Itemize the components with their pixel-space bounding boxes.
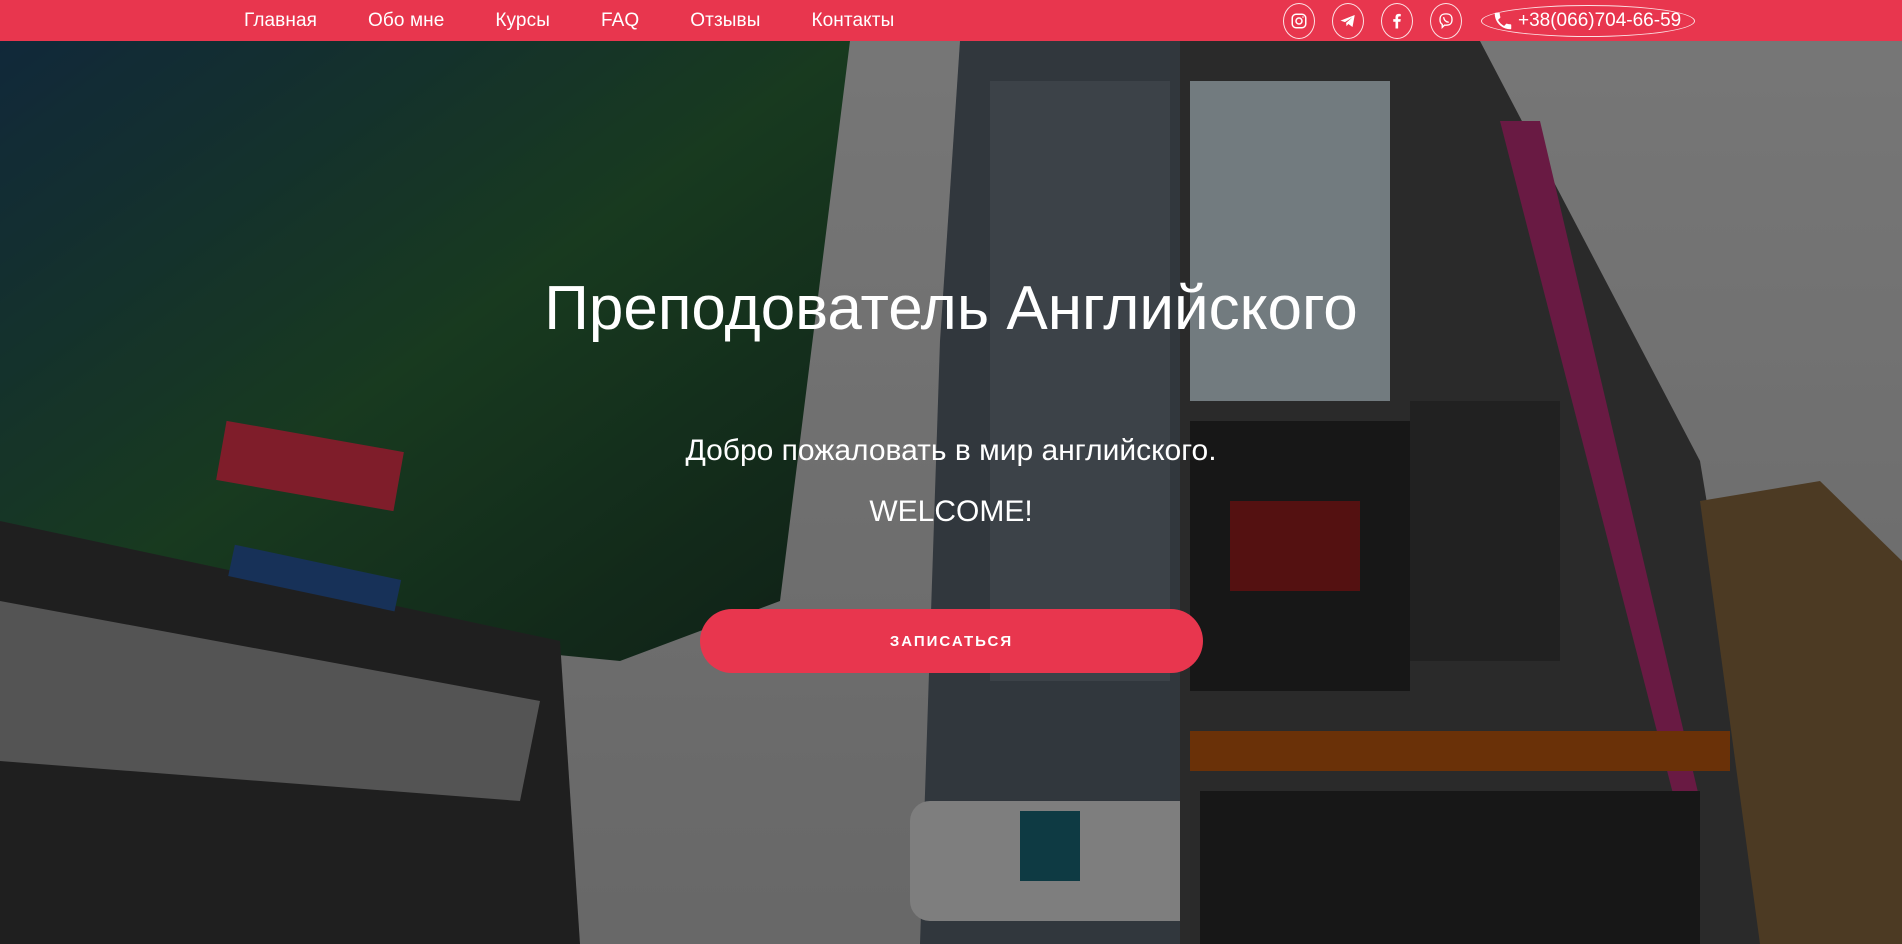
instagram-link[interactable] bbox=[1283, 3, 1315, 39]
signup-button[interactable]: ЗАПИСАТЬСЯ bbox=[700, 609, 1203, 673]
phone-icon bbox=[1494, 12, 1512, 30]
main-nav: Главная Обо мне Курсы FAQ Отзывы Контакт… bbox=[244, 0, 945, 41]
nav-link-reviews[interactable]: Отзывы bbox=[690, 10, 760, 32]
phone-number: +38(066)704-66-59 bbox=[1518, 10, 1682, 31]
instagram-icon bbox=[1291, 13, 1307, 29]
nav-link-home[interactable]: Главная bbox=[244, 10, 317, 32]
hero-subtitle: Добро пожаловать в мир английского. bbox=[685, 434, 1217, 467]
top-navigation-bar: Главная Обо мне Курсы FAQ Отзывы Контакт… bbox=[0, 0, 1902, 41]
social-links: +38(066)704-66-59 bbox=[1283, 3, 1695, 39]
viber-icon bbox=[1439, 13, 1453, 30]
telegram-icon bbox=[1340, 15, 1355, 27]
hero-welcome-text: WELCOME! bbox=[869, 495, 1033, 528]
hero-content: Преподователь Английского Добро пожалова… bbox=[0, 41, 1902, 944]
hero-section: Преподователь Английского Добро пожалова… bbox=[0, 41, 1902, 944]
nav-link-faq[interactable]: FAQ bbox=[601, 10, 639, 32]
viber-link[interactable] bbox=[1430, 3, 1462, 39]
telegram-link[interactable] bbox=[1332, 3, 1364, 39]
nav-link-about[interactable]: Обо мне bbox=[368, 10, 444, 32]
nav-link-courses[interactable]: Курсы bbox=[495, 10, 550, 32]
facebook-link[interactable] bbox=[1381, 3, 1413, 39]
hero-title: Преподователь Английского bbox=[544, 274, 1358, 343]
facebook-icon bbox=[1393, 13, 1401, 29]
nav-link-contacts[interactable]: Контакты bbox=[811, 10, 894, 32]
phone-link[interactable]: +38(066)704-66-59 bbox=[1481, 5, 1695, 37]
